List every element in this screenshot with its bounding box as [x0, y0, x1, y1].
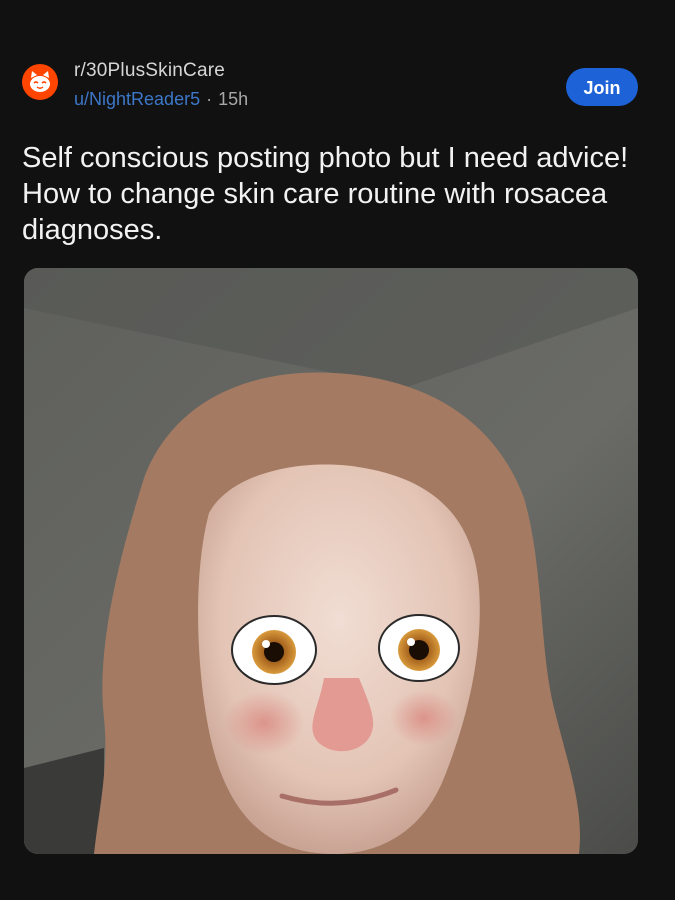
post-image[interactable] [24, 268, 638, 854]
post-photo-illustration [24, 268, 638, 854]
post-meta: r/30PlusSkinCare u/NightReader5 · 15h [74, 58, 248, 112]
snoo-cat-icon[interactable] [22, 64, 58, 100]
post-age: 15h [218, 89, 249, 109]
username-link[interactable]: u/NightReader5 [74, 89, 200, 109]
separator-dot: · [206, 89, 213, 109]
community-link[interactable]: r/30PlusSkinCare [74, 58, 248, 84]
byline: u/NightReader5 · 15h [74, 86, 248, 112]
post-header: r/30PlusSkinCare u/NightReader5 · 15h Join [22, 58, 640, 118]
post-screen: r/30PlusSkinCare u/NightReader5 · 15h Join… [0, 0, 675, 900]
right-eye-icon [378, 614, 460, 682]
join-button[interactable]: Join [566, 68, 638, 106]
left-eye-icon [231, 615, 317, 685]
post-title[interactable]: Self conscious posting photo but I need … [22, 140, 652, 248]
